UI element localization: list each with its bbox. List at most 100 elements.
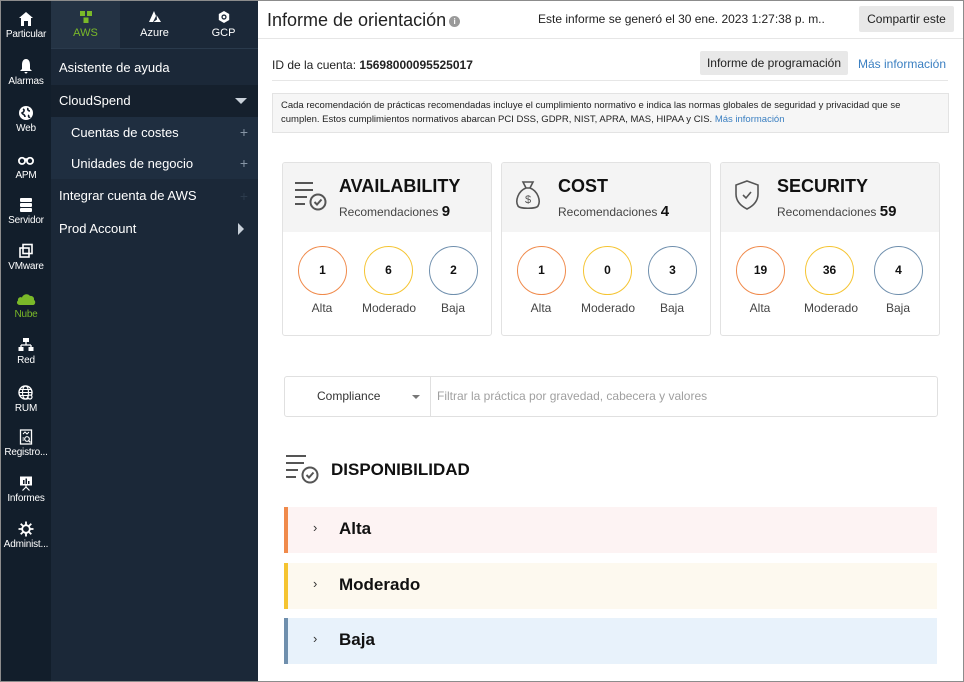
account-id: ID de la cuenta: 15698000095525017 xyxy=(272,58,473,72)
gear-icon xyxy=(18,521,34,537)
checklist-icon xyxy=(295,182,327,211)
moderate-count[interactable]: 36 xyxy=(805,246,854,295)
tab-azure[interactable]: Azure xyxy=(120,1,189,48)
svg-text:$: $ xyxy=(525,194,531,206)
rail-item-servidor[interactable]: Servidor xyxy=(1,197,51,226)
cost-card[interactable]: $ COST Recomendaciones 4 1 0 3 Alta Mode… xyxy=(501,162,711,336)
azure-icon xyxy=(148,11,161,22)
tab-gcp[interactable]: GCP xyxy=(189,1,258,48)
recommendations-count: Recomendaciones 9 xyxy=(339,203,451,220)
nav-item-integrate-aws[interactable]: Integrar cuenta de AWS + xyxy=(51,180,258,212)
main-content: Informe de orientación i Este informe se … xyxy=(258,1,963,681)
high-count[interactable]: 1 xyxy=(517,246,566,295)
tab-aws[interactable]: AWS xyxy=(51,1,120,48)
high-label: Alta xyxy=(530,301,552,315)
nav-item-help-assistant[interactable]: Asistente de ayuda xyxy=(51,52,258,84)
card-title: SECURITY xyxy=(777,176,869,196)
shield-check-icon xyxy=(735,180,759,210)
home-icon xyxy=(19,12,33,26)
rail-item-apm[interactable]: APM xyxy=(1,152,51,181)
provider-tabs: AWS Azure GCP xyxy=(51,1,258,49)
page-title: Informe de orientación i xyxy=(267,10,461,31)
nav-item-prod-account[interactable]: Prod Account xyxy=(51,213,258,245)
rail-item-informes[interactable]: Informes xyxy=(1,475,51,504)
cloud-nav: AWS Azure GCP Asistente de ayuda CloudSp… xyxy=(51,1,258,681)
more-info-link[interactable]: Más información xyxy=(858,57,946,71)
chevron-right-icon: › xyxy=(313,576,318,591)
rail-item-rum[interactable]: RUM xyxy=(1,385,51,414)
bell-icon xyxy=(20,59,32,74)
chevron-right-icon: › xyxy=(313,520,318,535)
icon-rail: Particular Alarmas Web APM Servidor VMwa… xyxy=(1,1,51,681)
moderate-label: Moderado xyxy=(803,301,859,315)
nav-item-cost-accounts[interactable]: Cuentas de costes + xyxy=(51,117,258,148)
severity-row-moderate[interactable]: › Moderado xyxy=(284,563,937,609)
compliance-notice: Cada recomendación de prácticas recomend… xyxy=(272,93,949,133)
caret-down-icon xyxy=(412,395,420,399)
low-label: Baja xyxy=(659,301,685,315)
rail-item-particular[interactable]: Particular xyxy=(1,11,51,40)
chevron-down-icon xyxy=(235,98,247,104)
practice-filter: Compliance xyxy=(284,376,938,417)
binoculars-icon xyxy=(18,156,34,165)
moderate-label: Moderado xyxy=(361,301,417,315)
rail-item-red[interactable]: Red xyxy=(1,337,51,366)
schedule-report-button[interactable]: Informe de programación xyxy=(700,51,848,75)
nav-item-cloudspend[interactable]: CloudSpend xyxy=(51,85,258,117)
log-icon xyxy=(19,429,33,445)
report-icon xyxy=(20,476,32,491)
filter-input[interactable] xyxy=(437,385,927,407)
availability-card[interactable]: AVAILABILITY Recomendaciones 9 1 6 2 Alt… xyxy=(282,162,492,336)
high-label: Alta xyxy=(749,301,771,315)
moderate-count[interactable]: 0 xyxy=(583,246,632,295)
add-icon[interactable]: + xyxy=(240,180,248,212)
high-count[interactable]: 1 xyxy=(298,246,347,295)
card-title: AVAILABILITY xyxy=(339,176,461,196)
generated-timestamp: Este informe se generó el 30 ene. 2023 1… xyxy=(538,12,825,26)
rail-item-nube[interactable]: Nube xyxy=(1,291,51,320)
info-icon[interactable]: i xyxy=(449,16,461,27)
account-row: ID de la cuenta: 15698000095525017 Infor… xyxy=(272,49,948,81)
severity-row-high[interactable]: › Alta xyxy=(284,507,937,553)
compliance-dropdown[interactable]: Compliance xyxy=(285,377,431,416)
rail-item-administracion[interactable]: Administ... xyxy=(1,521,51,550)
tab-azure-label: Azure xyxy=(140,27,169,39)
chevron-right-icon xyxy=(238,223,244,235)
high-label: Alta xyxy=(311,301,333,315)
globe-icon xyxy=(19,106,33,120)
low-label: Baja xyxy=(440,301,466,315)
report-header: Informe de orientación i Este informe se … xyxy=(258,1,963,39)
notice-more-info-link[interactable]: Más información xyxy=(715,114,785,125)
tab-gcp-label: GCP xyxy=(211,27,236,39)
card-title: COST xyxy=(558,176,609,196)
tab-aws-label: AWS xyxy=(73,27,98,39)
section-title: DISPONIBILIDAD xyxy=(331,460,470,479)
vmware-icon xyxy=(19,243,33,258)
nav-item-business-units[interactable]: Unidades de negocio + xyxy=(51,148,258,179)
recommendations-count: Recomendaciones 59 xyxy=(777,203,897,220)
moderate-count[interactable]: 6 xyxy=(364,246,413,295)
low-count[interactable]: 2 xyxy=(429,246,478,295)
aws-cubes-icon xyxy=(79,11,92,23)
share-button[interactable]: Compartir este xyxy=(859,6,954,32)
rail-item-alarmas[interactable]: Alarmas xyxy=(1,58,51,87)
high-count[interactable]: 19 xyxy=(736,246,785,295)
chevron-right-icon: › xyxy=(313,631,318,646)
low-count[interactable]: 4 xyxy=(874,246,923,295)
rum-globe-icon xyxy=(18,385,33,400)
rail-item-vmware[interactable]: VMware xyxy=(1,243,51,272)
low-count[interactable]: 3 xyxy=(648,246,697,295)
server-icon xyxy=(20,198,32,212)
rail-item-web[interactable]: Web xyxy=(1,105,51,134)
moderate-label: Moderado xyxy=(580,301,636,315)
add-icon[interactable]: + xyxy=(240,148,248,179)
severity-row-low[interactable]: › Baja xyxy=(284,618,937,664)
cloud-icon xyxy=(16,294,36,305)
security-card[interactable]: SECURITY Recomendaciones 59 19 36 4 Alta… xyxy=(720,162,940,336)
checklist-icon xyxy=(286,455,319,484)
app-window: Particular Alarmas Web APM Servidor VMwa… xyxy=(0,0,964,682)
network-icon xyxy=(18,338,34,351)
gcp-icon xyxy=(218,11,229,23)
add-icon[interactable]: + xyxy=(240,117,248,148)
rail-item-registro[interactable]: Registro... xyxy=(1,429,51,458)
